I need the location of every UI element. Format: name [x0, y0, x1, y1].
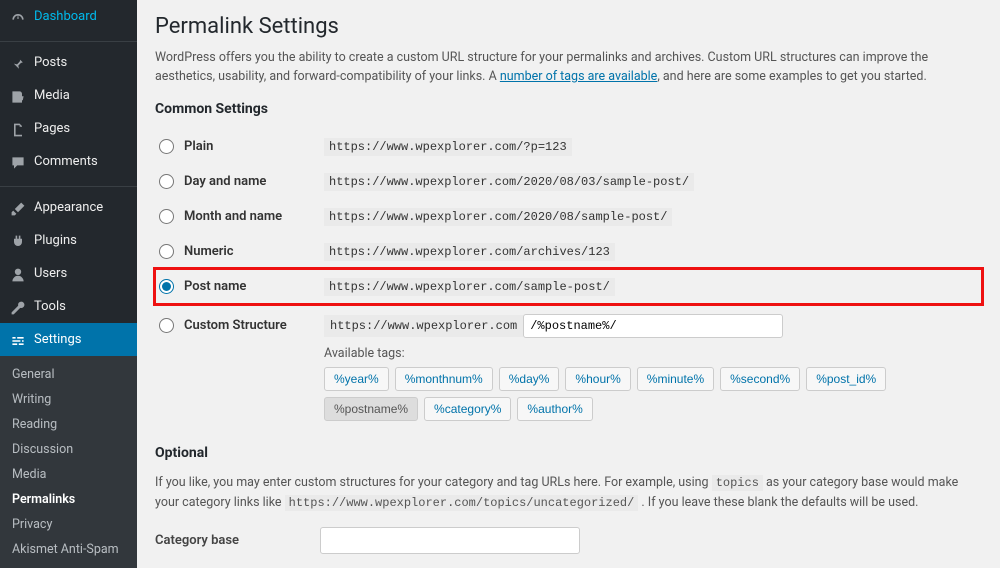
- sidebar-item-appearance[interactable]: Appearance: [0, 191, 137, 224]
- main-content: Permalink Settings WordPress offers you …: [137, 0, 1000, 567]
- submenu-general[interactable]: General: [0, 362, 137, 387]
- submenu-writing[interactable]: Writing: [0, 387, 137, 412]
- tag-hour[interactable]: %hour%: [565, 367, 630, 391]
- media-icon: [8, 86, 28, 105]
- sidebar-item-dashboard[interactable]: Dashboard: [0, 0, 137, 33]
- option-post-name[interactable]: Post name: [159, 279, 316, 294]
- example-monthname: https://www.wpexplorer.com/2020/08/sampl…: [324, 208, 672, 226]
- sidebar-item-label: Settings: [34, 332, 81, 347]
- sidebar-item-pages[interactable]: Pages: [0, 112, 137, 145]
- sidebar-item-settings[interactable]: Settings: [0, 323, 137, 356]
- submenu-discussion[interactable]: Discussion: [0, 437, 137, 462]
- sidebar-item-tools[interactable]: Tools: [0, 290, 137, 323]
- option-plain-row: Plain https://www.wpexplorer.com/?p=123: [155, 129, 982, 164]
- category-base-row: Category base: [155, 527, 982, 554]
- category-base-label: Category base: [155, 533, 320, 548]
- tag-author[interactable]: %author%: [517, 397, 592, 421]
- custom-prefix: https://www.wpexplorer.com: [324, 315, 523, 337]
- sidebar-item-users[interactable]: Users: [0, 257, 137, 290]
- user-icon: [8, 264, 28, 283]
- example-postname: https://www.wpexplorer.com/sample-post/: [324, 278, 615, 296]
- wrench-icon: [8, 297, 28, 316]
- menu-separator: [0, 37, 137, 42]
- pin-icon: [8, 53, 28, 72]
- tag-post-id[interactable]: %post_id%: [806, 367, 886, 391]
- optional-code-url: https://www.wpexplorer.com/topics/uncate…: [285, 495, 639, 511]
- available-tags: %year% %monthnum% %day% %hour% %minute% …: [324, 367, 978, 421]
- sidebar-item-label: Comments: [34, 154, 98, 169]
- tag-monthnum[interactable]: %monthnum%: [395, 367, 493, 391]
- option-monthname-row: Month and name https://www.wpexplorer.co…: [155, 199, 982, 234]
- optional-heading: Optional: [155, 445, 982, 461]
- tag-postname[interactable]: %postname%: [324, 397, 418, 421]
- sidebar-item-label: Appearance: [34, 200, 103, 215]
- admin-sidebar: Dashboard Posts Media Pages Comments App…: [0, 0, 137, 567]
- page-title: Permalink Settings: [155, 14, 982, 39]
- category-base-input[interactable]: [320, 527, 580, 554]
- plug-icon: [8, 231, 28, 250]
- tag-category[interactable]: %category%: [424, 397, 511, 421]
- available-tags-label: Available tags:: [324, 346, 978, 361]
- sliders-icon: [8, 330, 28, 349]
- example-plain: https://www.wpexplorer.com/?p=123: [324, 138, 572, 156]
- submenu-media[interactable]: Media: [0, 462, 137, 487]
- optional-description: If you like, you may enter custom struct…: [155, 473, 982, 513]
- pages-icon: [8, 119, 28, 138]
- option-day-and-name[interactable]: Day and name: [159, 174, 316, 189]
- settings-submenu: General Writing Reading Discussion Media…: [0, 356, 137, 568]
- optional-code-topics: topics: [712, 475, 763, 491]
- radio-postname[interactable]: [159, 279, 174, 294]
- dashboard-icon: [8, 7, 28, 26]
- sidebar-item-label: Posts: [34, 55, 67, 70]
- radio-dayname[interactable]: [159, 174, 174, 189]
- radio-custom[interactable]: [159, 318, 174, 333]
- sidebar-item-comments[interactable]: Comments: [0, 145, 137, 178]
- option-month-and-name[interactable]: Month and name: [159, 209, 316, 224]
- sidebar-item-posts[interactable]: Posts: [0, 46, 137, 79]
- tags-help-link[interactable]: number of tags are available: [500, 69, 657, 84]
- sidebar-item-label: Users: [34, 266, 67, 281]
- option-custom-structure[interactable]: Custom Structure: [159, 318, 316, 333]
- sidebar-item-label: Tools: [34, 299, 66, 314]
- submenu-akismet[interactable]: Akismet Anti-Spam: [0, 537, 137, 562]
- sidebar-item-label: Media: [34, 88, 70, 103]
- option-dayname-row: Day and name https://www.wpexplorer.com/…: [155, 164, 982, 199]
- radio-numeric[interactable]: [159, 244, 174, 259]
- sidebar-item-label: Dashboard: [34, 9, 97, 24]
- permalink-options-table: Plain https://www.wpexplorer.com/?p=123 …: [155, 129, 982, 431]
- sidebar-item-label: Pages: [34, 121, 70, 136]
- example-dayname: https://www.wpexplorer.com/2020/08/03/sa…: [324, 173, 694, 191]
- option-custom-row: Custom Structure https://www.wpexplorer.…: [155, 304, 982, 431]
- tag-year[interactable]: %year%: [324, 367, 389, 391]
- option-numeric[interactable]: Numeric: [159, 244, 316, 259]
- sidebar-item-label: Plugins: [34, 233, 77, 248]
- radio-monthname[interactable]: [159, 209, 174, 224]
- sidebar-item-plugins[interactable]: Plugins: [0, 224, 137, 257]
- submenu-permalinks[interactable]: Permalinks: [0, 487, 137, 512]
- custom-structure-input[interactable]: [523, 314, 783, 338]
- radio-plain[interactable]: [159, 139, 174, 154]
- intro-text: WordPress offers you the ability to crea…: [155, 49, 982, 87]
- option-postname-row: Post name https://www.wpexplorer.com/sam…: [155, 269, 982, 304]
- tag-minute[interactable]: %minute%: [637, 367, 714, 391]
- tag-day[interactable]: %day%: [499, 367, 560, 391]
- brush-icon: [8, 198, 28, 217]
- comment-icon: [8, 152, 28, 171]
- submenu-privacy[interactable]: Privacy: [0, 512, 137, 537]
- submenu-reading[interactable]: Reading: [0, 412, 137, 437]
- example-numeric: https://www.wpexplorer.com/archives/123: [324, 243, 615, 261]
- menu-separator: [0, 182, 137, 187]
- option-numeric-row: Numeric https://www.wpexplorer.com/archi…: [155, 234, 982, 269]
- tag-second[interactable]: %second%: [720, 367, 800, 391]
- option-plain[interactable]: Plain: [159, 139, 316, 154]
- common-settings-heading: Common Settings: [155, 101, 982, 117]
- sidebar-item-media[interactable]: Media: [0, 79, 137, 112]
